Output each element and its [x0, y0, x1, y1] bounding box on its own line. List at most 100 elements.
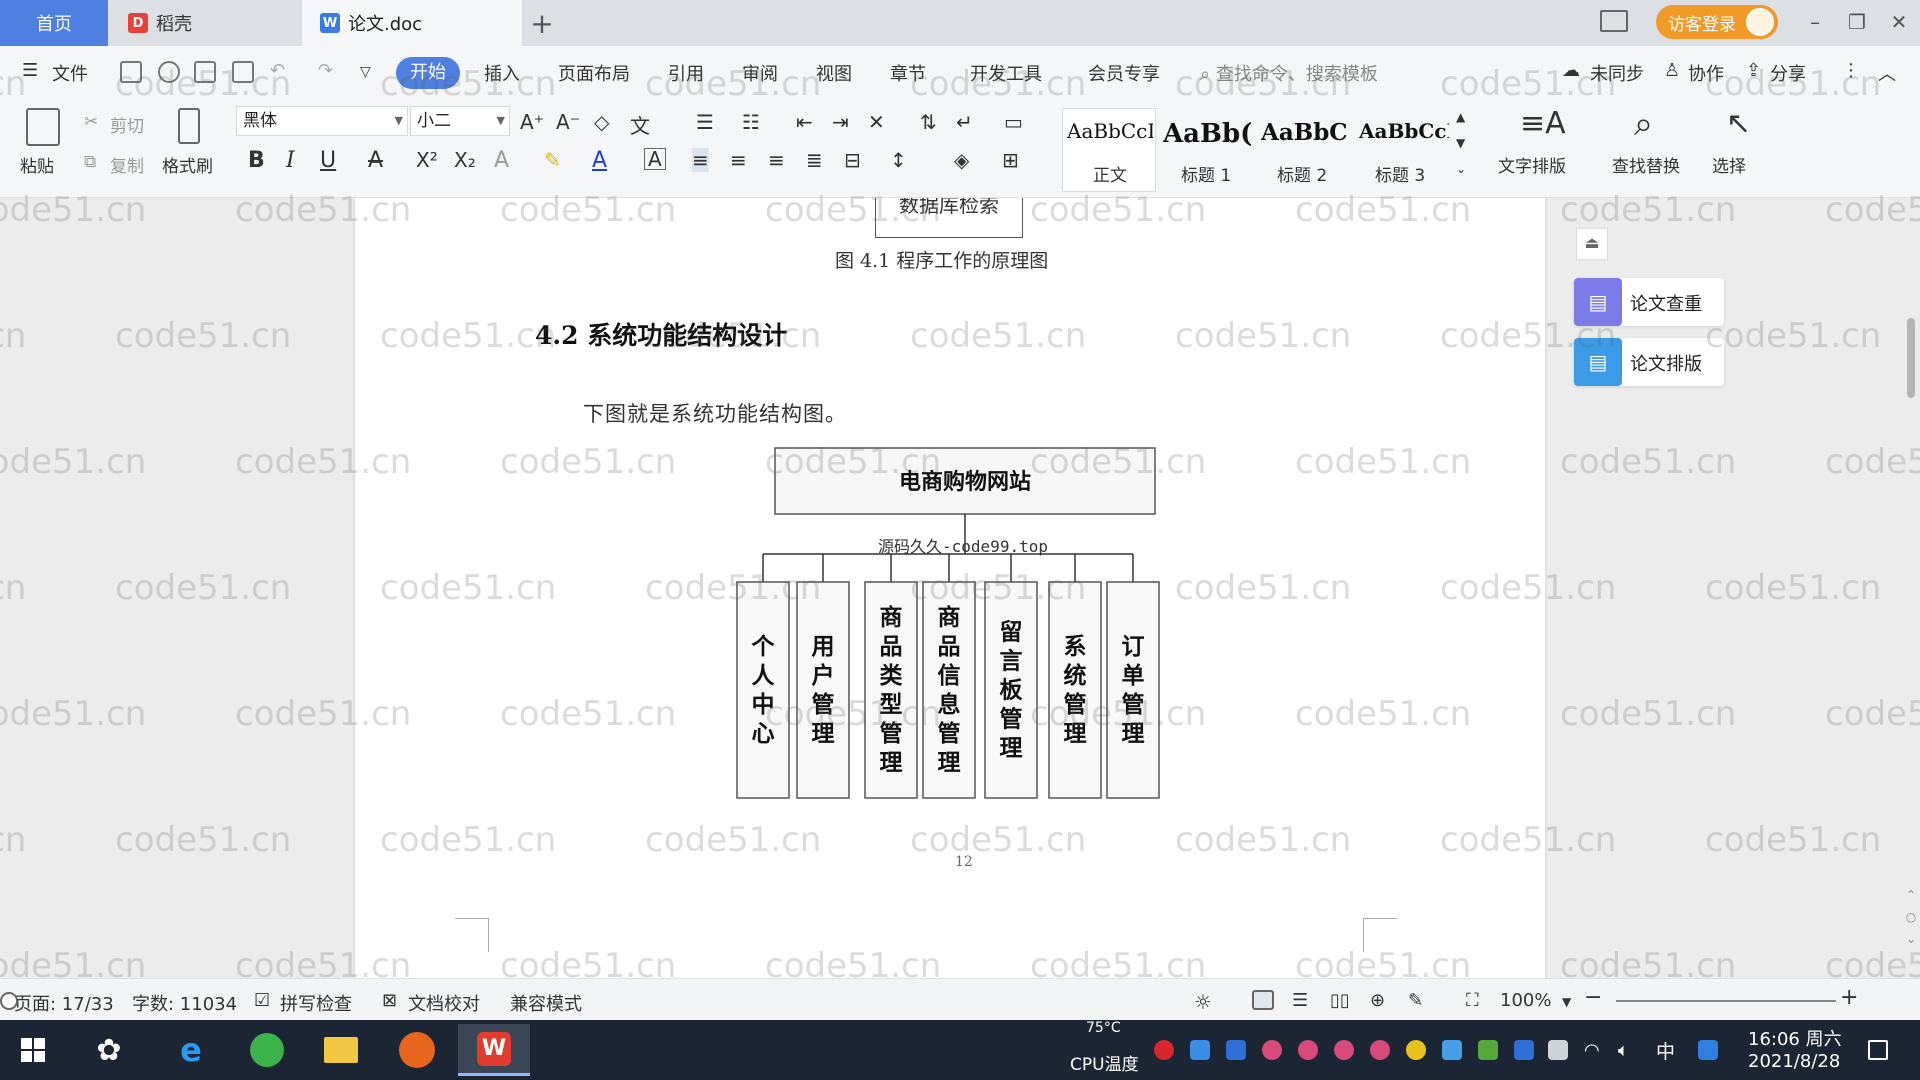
tab-home[interactable]: 首页: [0, 0, 108, 46]
scrollbar-thumb[interactable]: [1907, 318, 1915, 398]
grow-font-icon[interactable]: A⁺: [520, 110, 544, 134]
windows-start-icon[interactable]: [0, 1024, 66, 1076]
input-method-indicator[interactable]: 中: [1656, 1037, 1675, 1064]
clear-format-icon[interactable]: ◇: [594, 110, 609, 134]
chevron-down-icon[interactable]: ▼: [1562, 995, 1571, 1009]
menu-reference[interactable]: 引用: [668, 60, 704, 86]
menu-insert[interactable]: 插入: [484, 60, 520, 86]
doc-proof-button[interactable]: 文档校对: [408, 990, 480, 1016]
tray-app-icon[interactable]: [1442, 1040, 1462, 1060]
360-browser-icon[interactable]: [234, 1024, 300, 1076]
styles-expand-icon[interactable]: ⌄: [1456, 162, 1466, 176]
clock-time[interactable]: 16:06 周六: [1748, 1025, 1842, 1051]
undo-icon[interactable]: ↶: [270, 60, 285, 81]
tab-document[interactable]: W 论文.doc: [302, 0, 522, 46]
styles-scroll-up-icon[interactable]: ▲: [1456, 110, 1465, 124]
bullet-list-icon[interactable]: ☰: [696, 110, 714, 134]
menu-page-layout[interactable]: 页面布局: [558, 60, 630, 86]
wps-writer-icon[interactable]: W: [458, 1024, 530, 1076]
redo-icon[interactable]: ↷: [318, 60, 333, 81]
menu-view[interactable]: 视图: [816, 60, 852, 86]
quick-access-dropdown-icon[interactable]: ▽: [360, 64, 371, 80]
cursor-arrow-icon[interactable]: ↖: [1726, 106, 1751, 141]
zoom-in-icon[interactable]: +: [1840, 985, 1858, 1010]
hamburger-icon[interactable]: ☰: [22, 60, 38, 81]
collapse-ribbon-icon[interactable]: ︿: [1878, 60, 1896, 86]
clock-date[interactable]: 2021/8/28: [1748, 1051, 1840, 1072]
cloud-save-icon[interactable]: [158, 61, 180, 83]
justify-icon[interactable]: ≣: [806, 148, 823, 172]
style-heading-2[interactable]: AaBbC 标题 2: [1256, 108, 1352, 192]
nvidia-icon[interactable]: [1478, 1040, 1498, 1060]
paper-layout-button[interactable]: ▤ 论文排版: [1574, 338, 1724, 386]
text-effect-icon[interactable]: A: [494, 148, 509, 173]
font-size-select[interactable]: 小二 ▼: [410, 106, 510, 136]
menu-start[interactable]: 开始: [396, 57, 460, 89]
bold-icon[interactable]: B: [248, 148, 265, 173]
page-view-icon[interactable]: [1252, 990, 1274, 1010]
char-border-icon[interactable]: A: [644, 148, 666, 170]
qq-icon[interactable]: [1298, 1040, 1318, 1060]
menu-member[interactable]: 会员专享: [1088, 60, 1160, 86]
new-tab-button[interactable]: +: [526, 7, 558, 40]
tab-ruler-icon[interactable]: ▭: [1004, 110, 1023, 134]
distribute-icon[interactable]: ⊟: [844, 148, 861, 172]
notification-icon[interactable]: [1868, 1040, 1888, 1060]
style-heading-3[interactable]: AaBbCcI 标题 3: [1354, 108, 1450, 192]
subscript-icon[interactable]: X₂: [454, 148, 476, 172]
file-explorer-icon[interactable]: [308, 1024, 374, 1076]
tray-app-icon[interactable]: [1406, 1040, 1426, 1060]
tab-docer[interactable]: D 稻壳: [110, 0, 300, 46]
prev-page-icon[interactable]: ⌃: [1902, 888, 1920, 902]
zoom-slider-thumb[interactable]: [0, 992, 18, 1010]
wifi-icon[interactable]: ◠: [1584, 1040, 1604, 1061]
paper-check-button[interactable]: ▤ 论文查重: [1574, 278, 1724, 326]
find-replace-button[interactable]: 查找替换: [1612, 152, 1680, 177]
zoom-out-icon[interactable]: −: [1584, 985, 1602, 1010]
qq-icon[interactable]: [1370, 1040, 1390, 1060]
document-page[interactable]: 数据库检索 图 4.1 程序工作的原理图 4.2 系统功能结构设计 下图就是系统…: [355, 198, 1545, 978]
phonetic-icon[interactable]: 文: [630, 110, 650, 139]
show-marks-icon[interactable]: ↵: [956, 110, 973, 134]
shading-icon[interactable]: ◈: [954, 148, 969, 172]
underline-icon[interactable]: U: [320, 148, 336, 173]
decrease-indent-icon[interactable]: ⇤: [796, 110, 813, 134]
shrink-font-icon[interactable]: A⁻: [556, 110, 580, 134]
word-count[interactable]: 字数: 11034: [132, 990, 237, 1016]
pinwheel-app-icon[interactable]: ✿: [76, 1024, 142, 1076]
magnifier-icon[interactable]: ⌕: [1634, 104, 1653, 144]
ie-browser-icon[interactable]: e: [158, 1024, 224, 1076]
share-button[interactable]: 分享: [1770, 60, 1806, 86]
minimize-button[interactable]: –: [1800, 6, 1830, 38]
visitor-login-button[interactable]: 访客登录: [1656, 5, 1778, 39]
unsynced-status[interactable]: 未同步: [1590, 60, 1644, 86]
format-painter-icon[interactable]: [178, 108, 200, 144]
side-panel-collapse-button[interactable]: ⏏: [1576, 228, 1608, 260]
paste-button[interactable]: 粘贴: [20, 152, 54, 177]
menu-dev-tools[interactable]: 开发工具: [970, 60, 1042, 86]
write-view-icon[interactable]: ✎: [1408, 990, 1423, 1011]
save-icon[interactable]: [120, 61, 142, 83]
tray-app-icon[interactable]: [1154, 1040, 1174, 1060]
font-color-icon[interactable]: A: [592, 148, 607, 173]
zoom-slider[interactable]: [1616, 1000, 1836, 1002]
outline-view-icon[interactable]: ☰: [1292, 990, 1308, 1011]
more-icon[interactable]: ⋮: [1842, 60, 1860, 81]
format-painter-button[interactable]: 格式刷: [162, 152, 213, 177]
qq-icon[interactable]: [1334, 1040, 1354, 1060]
text-layout-icon[interactable]: ≡A: [1520, 106, 1566, 141]
align-center-icon[interactable]: ≡: [730, 148, 747, 172]
highlight-icon[interactable]: ✎: [544, 148, 561, 172]
print-preview-icon[interactable]: [232, 61, 254, 83]
battery-icon[interactable]: [1548, 1040, 1568, 1060]
web-view-icon[interactable]: ⊕: [1370, 990, 1385, 1011]
print-icon[interactable]: [194, 61, 216, 83]
increase-indent-icon[interactable]: ⇥: [832, 110, 849, 134]
close-button[interactable]: ✕: [1884, 6, 1914, 38]
menu-review[interactable]: 审阅: [742, 60, 778, 86]
restore-button[interactable]: ❐: [1842, 6, 1872, 38]
paste-icon[interactable]: [26, 108, 60, 146]
zoom-level[interactable]: 100%: [1500, 990, 1551, 1011]
superscript-icon[interactable]: X²: [416, 148, 438, 172]
sort-icon[interactable]: ⇅: [920, 110, 937, 134]
